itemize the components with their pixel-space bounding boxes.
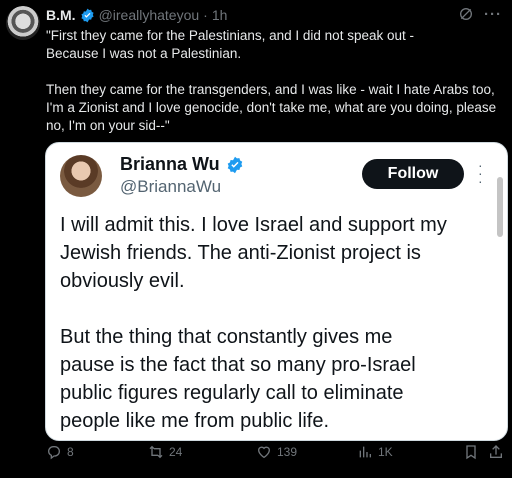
views-icon xyxy=(359,446,371,458)
retweet-icon xyxy=(149,445,163,459)
author-avatar[interactable] xyxy=(6,6,40,40)
quote-text: I will admit this. I love Israel and sup… xyxy=(60,214,447,432)
reply-button[interactable]: 8 xyxy=(46,444,74,460)
verified-badge-icon xyxy=(227,156,242,173)
tweet-header: B.M. @ireallyhateyou · 1h xyxy=(46,7,227,23)
tweet-top-icons: ··· xyxy=(458,6,502,23)
quote-name-row: Brianna Wu xyxy=(120,154,244,175)
separator-dot: · xyxy=(203,7,208,23)
author-handle[interactable]: @ireallyhateyou xyxy=(99,7,200,23)
like-count: 139 xyxy=(277,445,298,459)
quote-more-icon[interactable]: · · · xyxy=(478,158,483,188)
quote-author-name[interactable]: Brianna Wu xyxy=(120,154,220,175)
retweet-button[interactable]: 24 xyxy=(148,444,182,460)
retweet-count: 24 xyxy=(169,445,183,459)
tweet-time[interactable]: 1h xyxy=(212,7,228,23)
quoted-tweet-card[interactable]: Brianna Wu @BriannaWu Follow · · · I will … xyxy=(45,142,508,441)
share-icon xyxy=(490,445,502,458)
share-button[interactable] xyxy=(488,444,504,460)
reply-count: 8 xyxy=(67,445,74,459)
views-count: 1K xyxy=(378,445,393,459)
verified-badge-icon xyxy=(81,8,94,22)
bookmark-button[interactable] xyxy=(463,444,479,460)
follow-button[interactable]: Follow xyxy=(362,159,464,189)
quote-author-avatar[interactable] xyxy=(60,155,102,197)
quote-author-handle[interactable]: @BriannaWu xyxy=(120,177,221,197)
reply-icon xyxy=(47,446,60,460)
more-options-icon[interactable]: ··· xyxy=(484,6,502,23)
like-button[interactable]: 139 xyxy=(256,444,297,460)
author-name[interactable]: B.M. xyxy=(46,7,76,23)
tweet-text: "First they came for the Palestinians, a… xyxy=(46,28,497,133)
grok-icon[interactable] xyxy=(458,6,474,22)
heart-icon xyxy=(257,446,271,459)
views-button[interactable]: 1K xyxy=(357,444,393,460)
bookmark-icon xyxy=(466,445,476,460)
